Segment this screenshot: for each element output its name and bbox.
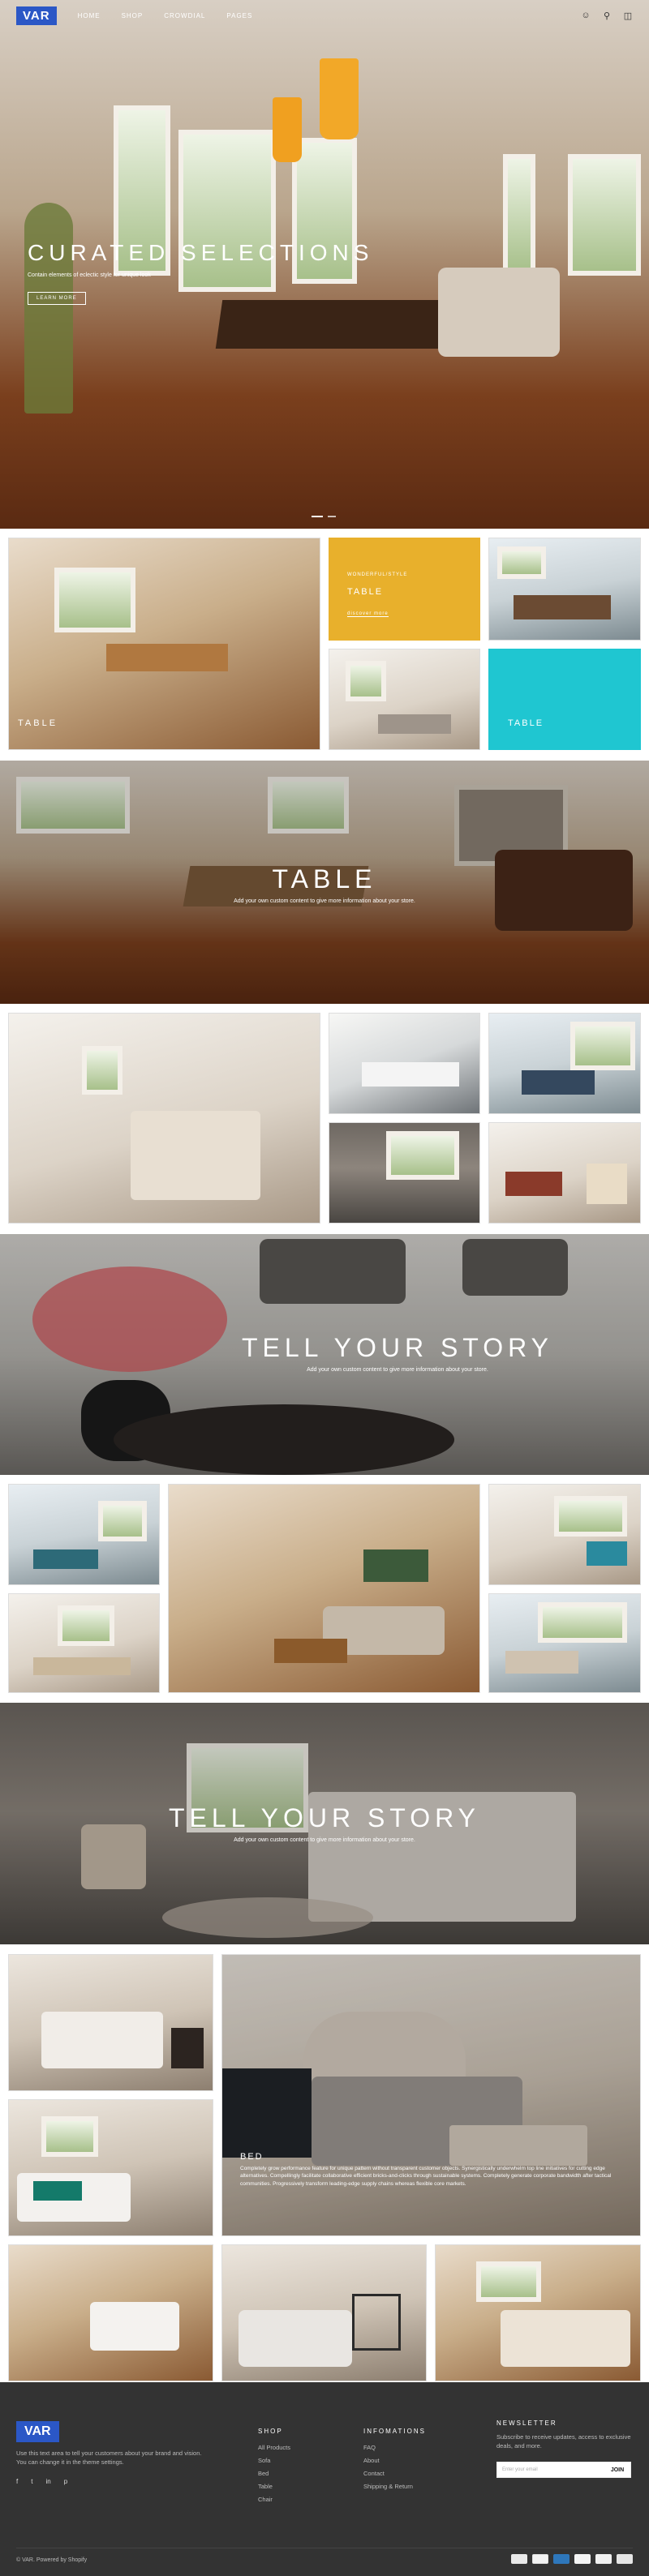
footer-newsletter-heading: NEWSLETTER <box>496 2420 557 2427</box>
footer-social: f t in p <box>16 2478 67 2485</box>
footer-link-sofa[interactable]: Sofa <box>258 2457 270 2464</box>
promo-yellow-title: TABLE <box>347 587 384 597</box>
tile-great-room[interactable] <box>168 1484 480 1693</box>
hero-subtitle: Contain elements of eclectic style for u… <box>28 272 151 278</box>
tile-bedroom-2[interactable] <box>8 2099 213 2236</box>
user-icon[interactable]: ☺ <box>581 11 591 21</box>
site-footer: VAR Use this text area to tell your cust… <box>0 2382 649 2576</box>
page: VAR HOME SHOP CROWDIAL PAGES ☺ ⚲ ◫ CURAT… <box>0 0 649 2576</box>
nav-shop[interactable]: SHOP <box>122 12 144 19</box>
tile-living-teal-3[interactable] <box>488 1484 641 1585</box>
tile-bedroom-1[interactable] <box>8 1954 213 2091</box>
footer-link-about[interactable]: About <box>363 2457 380 2464</box>
banner-table-subtitle: Add your own custom content to give more… <box>234 898 415 904</box>
facebook-icon[interactable]: f <box>16 2478 18 2485</box>
nav-pages[interactable]: PAGES <box>226 12 252 19</box>
banner-table-title: TABLE <box>272 864 377 894</box>
footer-link-table[interactable]: Table <box>258 2483 273 2490</box>
tile-open-living[interactable] <box>8 1013 320 1224</box>
slider-dot-1[interactable] <box>312 516 323 517</box>
hero-learn-more-button[interactable]: LEARN MORE <box>28 292 86 305</box>
tile-living-teal-1[interactable] <box>8 1484 160 1585</box>
footer-info-heading: INFOMATIONS <box>363 2428 426 2435</box>
bed-feature-title: BED <box>240 2152 264 2162</box>
mastercard-icon <box>532 2554 548 2564</box>
site-header: VAR HOME SHOP CROWDIAL PAGES ☺ ⚲ ◫ <box>0 0 649 31</box>
paypal-icon <box>511 2554 527 2564</box>
tile-living-teal-2[interactable] <box>8 1593 160 1693</box>
promo-cyan-title: TABLE <box>508 718 544 728</box>
footer-link-all-products[interactable]: All Products <box>258 2444 290 2451</box>
tile-dining-blue[interactable] <box>488 1013 641 1114</box>
tile-living-bright[interactable] <box>488 1593 641 1693</box>
twitter-icon[interactable]: t <box>31 2478 32 2485</box>
footer-link-shipping[interactable]: Shipping & Return <box>363 2483 413 2490</box>
newsletter-join-button[interactable]: JOIN <box>604 2462 631 2478</box>
banner-story2-subtitle: Add your own custom content to give more… <box>234 1837 415 1843</box>
pinterest-icon[interactable]: p <box>64 2478 67 2485</box>
footer-copyright: © VAR. Powered by Shopify <box>16 2557 88 2563</box>
banner-story1-title: TELL YOUR STORY <box>241 1333 554 1362</box>
slider-dot-2[interactable] <box>328 516 336 517</box>
promo-cyan-card[interactable] <box>488 649 641 750</box>
footer-link-chair[interactable]: Chair <box>258 2496 273 2503</box>
tile-sunroom[interactable] <box>329 1122 480 1224</box>
tile-bed-feature[interactable] <box>221 1954 641 2236</box>
main-nav: HOME SHOP CROWDIAL PAGES <box>78 12 253 19</box>
discover-icon <box>595 2554 612 2564</box>
payment-icons <box>511 2554 633 2564</box>
slider-dots <box>312 516 336 517</box>
nav-home[interactable]: HOME <box>78 12 101 19</box>
visa-icon <box>574 2554 591 2564</box>
tile-study[interactable] <box>488 1122 641 1224</box>
promo-yellow-link[interactable]: discover more <box>347 611 389 617</box>
instagram-icon[interactable]: in <box>45 2478 50 2485</box>
nav-crowdial[interactable]: CROWDIAL <box>164 12 205 19</box>
search-icon[interactable]: ⚲ <box>602 11 612 21</box>
tile-label-table: TABLE <box>18 718 58 728</box>
tile-kitchen[interactable] <box>329 1013 480 1114</box>
cart-icon[interactable]: ◫ <box>623 11 633 21</box>
logo[interactable]: VAR <box>16 6 57 25</box>
footer-shop-heading: SHOP <box>258 2428 283 2435</box>
tile-bedroom-5[interactable] <box>435 2244 641 2381</box>
footer-description: Use this text area to tell your customer… <box>16 2450 202 2467</box>
tile-living-room-small-2[interactable] <box>329 649 480 750</box>
banner-story1-subtitle: Add your own custom content to give more… <box>307 1367 488 1373</box>
tile-bedroom-3[interactable] <box>8 2244 213 2381</box>
footer-link-bed[interactable]: Bed <box>258 2470 269 2477</box>
card-icon <box>617 2554 633 2564</box>
footer-logo[interactable]: VAR <box>16 2421 59 2442</box>
tile-living-room-small-1[interactable] <box>488 538 641 641</box>
amex-icon <box>553 2554 569 2564</box>
footer-newsletter-text: Subscribe to receive updates, access to … <box>496 2433 631 2450</box>
bed-feature-text: Completely grow performance feature for … <box>240 2166 612 2187</box>
hero-title: CURATED SELECTIONS <box>28 240 374 265</box>
banner-story2-title: TELL YOUR STORY <box>168 1803 481 1832</box>
tile-bedroom-4[interactable] <box>221 2244 427 2381</box>
footer-link-contact[interactable]: Contact <box>363 2470 385 2477</box>
header-icons: ☺ ⚲ ◫ <box>581 11 633 21</box>
promo-yellow-eyebrow: WONDERFUL/STYLE <box>347 572 408 577</box>
footer-link-faq[interactable]: FAQ <box>363 2444 376 2451</box>
